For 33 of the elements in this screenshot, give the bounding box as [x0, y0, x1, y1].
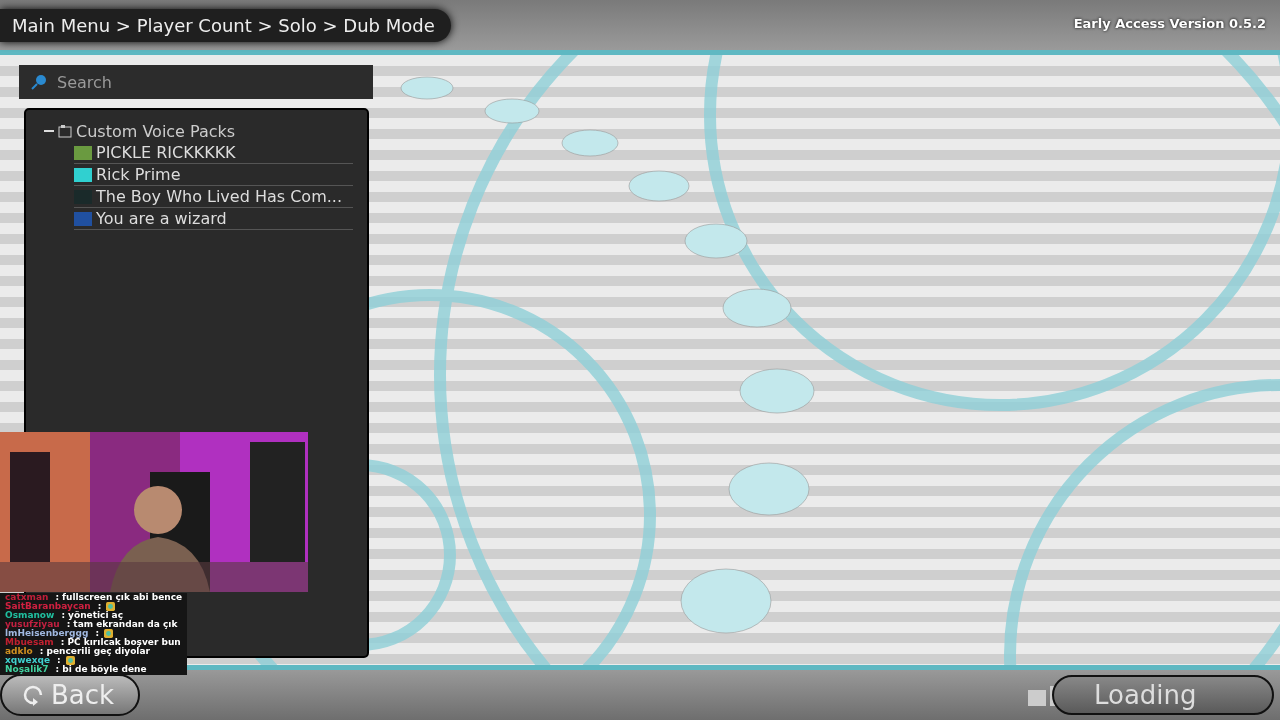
chat-message: : tam ekrandan da çık	[64, 620, 180, 629]
chat-username: adklo	[4, 647, 34, 656]
chat-message: : PC kırılcak boşver bun	[58, 638, 183, 647]
chat-message: : bi de böyle dene	[53, 665, 149, 674]
search-bar[interactable]: Search	[19, 65, 373, 99]
chat-message: :	[55, 656, 63, 665]
chat-message: :	[93, 629, 101, 638]
chat-username: Mbuesam	[4, 638, 54, 647]
search-icon	[31, 74, 47, 90]
chat-username: catxman	[4, 593, 50, 602]
tree-item[interactable]: You are a wizard	[96, 209, 227, 228]
loading-indicator: Loading	[1052, 675, 1274, 715]
chat-username: yusufziyau	[4, 620, 61, 629]
tree-folder-label[interactable]: Custom Voice Packs	[76, 121, 236, 141]
chat-username: Noşalik7	[4, 665, 49, 674]
chat-message: :	[95, 602, 104, 611]
tree-item[interactable]: PICKLE RICKKKKK	[96, 143, 236, 162]
chat-message: : pencerili geç diyolar	[37, 647, 152, 656]
emote-icon	[106, 602, 116, 611]
folder-icon	[58, 124, 72, 138]
version-label: Early Access Version 0.5.2	[1073, 16, 1266, 31]
emote-icon	[104, 629, 113, 638]
emote-icon	[65, 656, 75, 665]
tree-item[interactable]: Rick Prime	[96, 165, 181, 184]
chat-message: : fullscreen çık abi bence	[53, 593, 185, 602]
chat-username: xqwexqe	[4, 656, 51, 665]
breadcrumb: Main Menu > Player Count > Solo > Dub Mode	[0, 8, 451, 42]
chat-message: : yönetici aç	[59, 611, 126, 620]
tree-item[interactable]: The Boy Who Lived Has Com...	[96, 187, 342, 206]
chat-username: Osmanow	[4, 611, 55, 620]
search-input[interactable]: Search	[55, 71, 359, 93]
chat-username: lmHeisenberggg	[4, 629, 90, 638]
chat-username: SaitBaranbaycan	[4, 602, 91, 611]
